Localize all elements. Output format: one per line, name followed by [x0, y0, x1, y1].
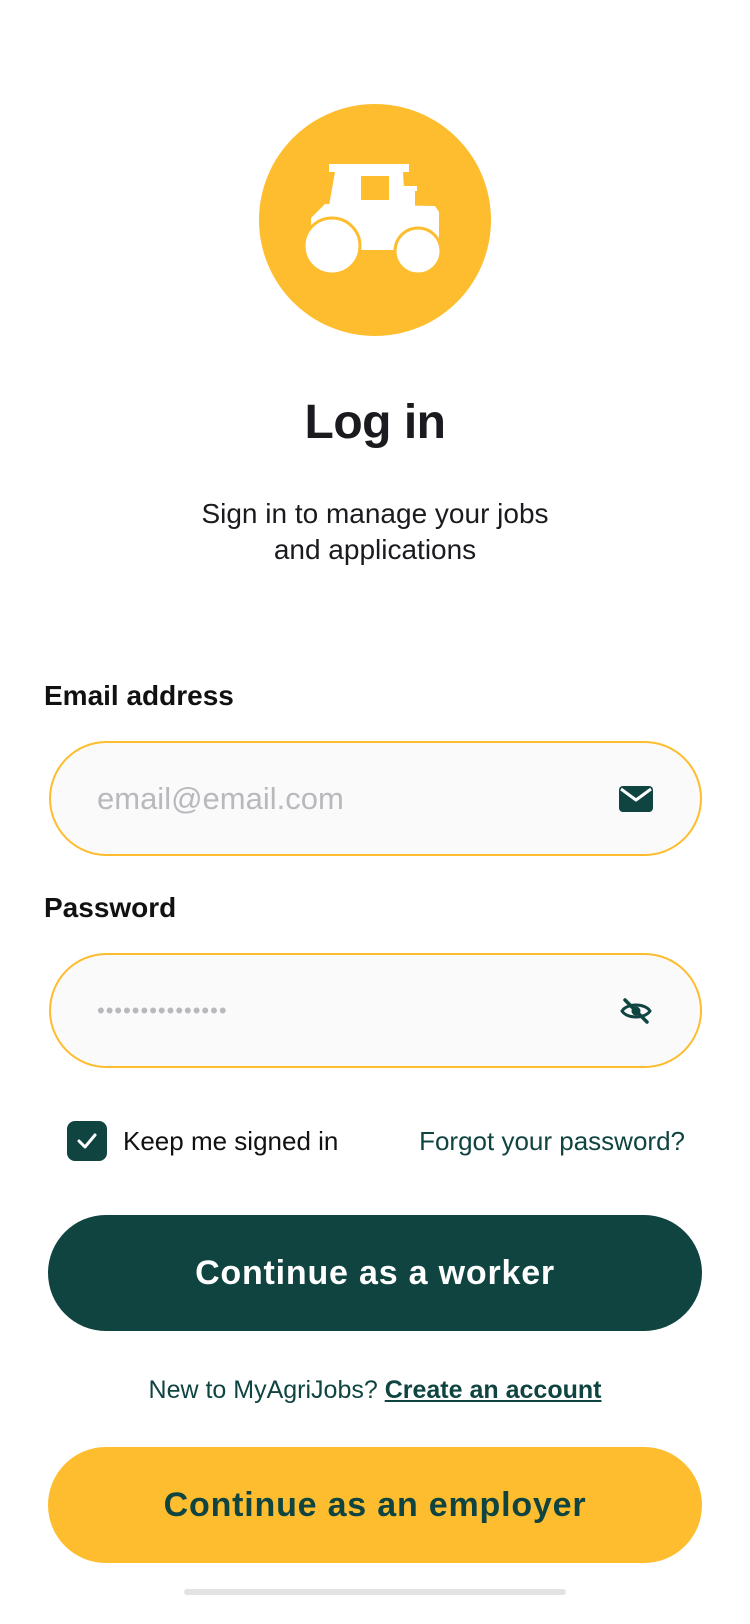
- checkmark-icon: [77, 1133, 97, 1149]
- page-subtitle: Sign in to manage your jobs and applicat…: [201, 498, 549, 565]
- keep-signed-in-label: Keep me signed in: [123, 1125, 339, 1156]
- email-input[interactable]: [97, 780, 618, 817]
- continue-as-employer-button[interactable]: Continue as an employer: [48, 1447, 702, 1563]
- create-account-link[interactable]: Create an account: [385, 1376, 602, 1404]
- keep-signed-in-checkbox[interactable]: [67, 1121, 107, 1161]
- signup-prompt: New to MyAgriJobs? Create an account: [0, 1376, 750, 1405]
- login-options-row: Keep me signed in Forgot your password?: [67, 1121, 685, 1161]
- tractor-icon: [305, 164, 443, 276]
- password-input[interactable]: •••••••••••••••: [97, 998, 618, 1024]
- login-screen: Log in Sign in to manage your jobs and a…: [0, 0, 750, 1624]
- password-field-container[interactable]: •••••••••••••••: [49, 953, 702, 1068]
- forgot-password-link[interactable]: Forgot your password?: [419, 1126, 685, 1157]
- home-indicator: [184, 1589, 566, 1595]
- signup-prefix: New to MyAgriJobs?: [148, 1376, 378, 1404]
- continue-as-worker-button[interactable]: Continue as a worker: [48, 1215, 702, 1331]
- email-label: Email address: [44, 680, 234, 711]
- email-field-container[interactable]: [49, 741, 702, 856]
- app-logo: [259, 104, 491, 336]
- eye-slash-icon[interactable]: [618, 993, 654, 1029]
- password-label: Password: [44, 892, 177, 923]
- page-title: Log in: [304, 396, 446, 449]
- keep-signed-in-toggle[interactable]: Keep me signed in: [67, 1121, 338, 1161]
- envelope-icon: [618, 781, 654, 817]
